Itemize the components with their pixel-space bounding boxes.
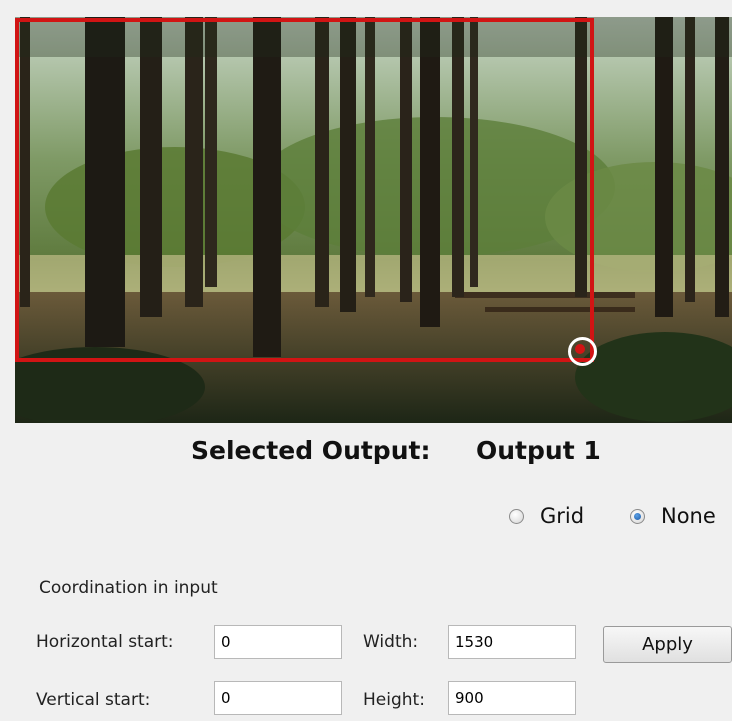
selected-output-label: Selected Output: (191, 436, 431, 465)
radio-none[interactable]: None (630, 504, 716, 528)
selected-output-heading: Selected Output: Output 1 (0, 436, 732, 476)
horizontal-start-input[interactable] (214, 625, 342, 659)
height-input[interactable] (448, 681, 576, 715)
output-config-panel: Selected Output: Output 1 Grid None Coor… (0, 0, 732, 721)
width-input[interactable] (448, 625, 576, 659)
vertical-start-label: Vertical start: (36, 690, 151, 710)
radio-none-label[interactable]: None (661, 504, 716, 528)
radio-none-circle[interactable] (630, 508, 645, 524)
radio-grid[interactable]: Grid (509, 504, 584, 528)
apply-button[interactable]: Apply (603, 626, 732, 663)
overlay-mode-radio-group: Grid None (0, 501, 732, 533)
radio-grid-label[interactable]: Grid (540, 504, 584, 528)
horizontal-start-label: Horizontal start: (36, 632, 174, 652)
width-label: Width: (363, 632, 419, 652)
radio-grid-circle[interactable] (509, 508, 524, 524)
height-label: Height: (363, 690, 425, 710)
resize-handle[interactable] (568, 337, 597, 366)
selection-rectangle[interactable] (15, 18, 594, 362)
coordination-section-label: Coordination in input (39, 578, 218, 598)
resize-handle-dot (575, 344, 585, 354)
vertical-start-input[interactable] (214, 681, 342, 715)
selected-output-value: Output 1 (476, 436, 601, 465)
